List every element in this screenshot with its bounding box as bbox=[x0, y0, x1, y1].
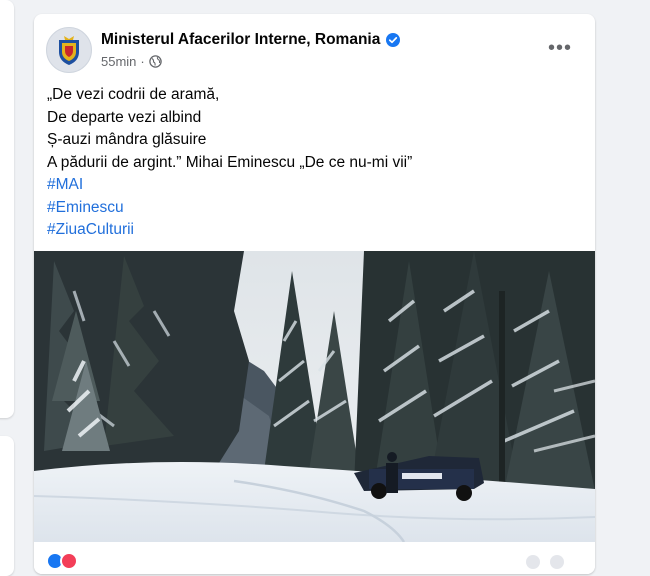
hashtag-link[interactable]: #MAI bbox=[47, 174, 587, 197]
post-timestamp[interactable]: 55min bbox=[101, 54, 136, 69]
hashtag-link[interactable]: #ZiuaCulturii bbox=[47, 219, 587, 242]
more-options-button[interactable]: ••• bbox=[542, 34, 578, 62]
post-card: Ministerul Afacerilor Interne, Romania 5… bbox=[34, 14, 595, 574]
adjacent-card-edge bbox=[0, 0, 14, 418]
post-text-line: A pădurii de argint.” Mihai Eminescu „De… bbox=[47, 153, 413, 171]
love-reaction-icon[interactable] bbox=[60, 552, 78, 570]
post-header: Ministerul Afacerilor Interne, Romania 5… bbox=[34, 14, 595, 84]
reactions-bar bbox=[34, 542, 595, 574]
share-count-icon[interactable] bbox=[550, 555, 564, 569]
post-text: „De vezi codrii de aramă, De departe vez… bbox=[47, 84, 587, 242]
post-text-line: Ș-auzi mândra glăsuire bbox=[47, 131, 207, 148]
author-name[interactable]: Ministerul Afacerilor Interne, Romania bbox=[101, 31, 380, 49]
coat-of-arms-icon bbox=[59, 36, 79, 65]
post-text-line: De departe vezi albind bbox=[47, 108, 202, 126]
more-options-icon: ••• bbox=[547, 36, 572, 59]
post-photo[interactable] bbox=[34, 251, 595, 542]
avatar[interactable] bbox=[46, 27, 92, 73]
globe-icon[interactable] bbox=[149, 55, 162, 68]
author-line: Ministerul Afacerilor Interne, Romania bbox=[101, 31, 401, 49]
hashtag-link[interactable]: #Eminescu bbox=[47, 197, 587, 220]
post-text-line: „De vezi codrii de aramă, bbox=[47, 86, 220, 103]
verified-badge-icon bbox=[386, 33, 401, 47]
adjacent-card-edge bbox=[0, 436, 14, 576]
meta-separator: · bbox=[140, 54, 145, 69]
comment-count-icon[interactable] bbox=[526, 555, 540, 569]
post-meta: 55min · bbox=[101, 54, 162, 69]
